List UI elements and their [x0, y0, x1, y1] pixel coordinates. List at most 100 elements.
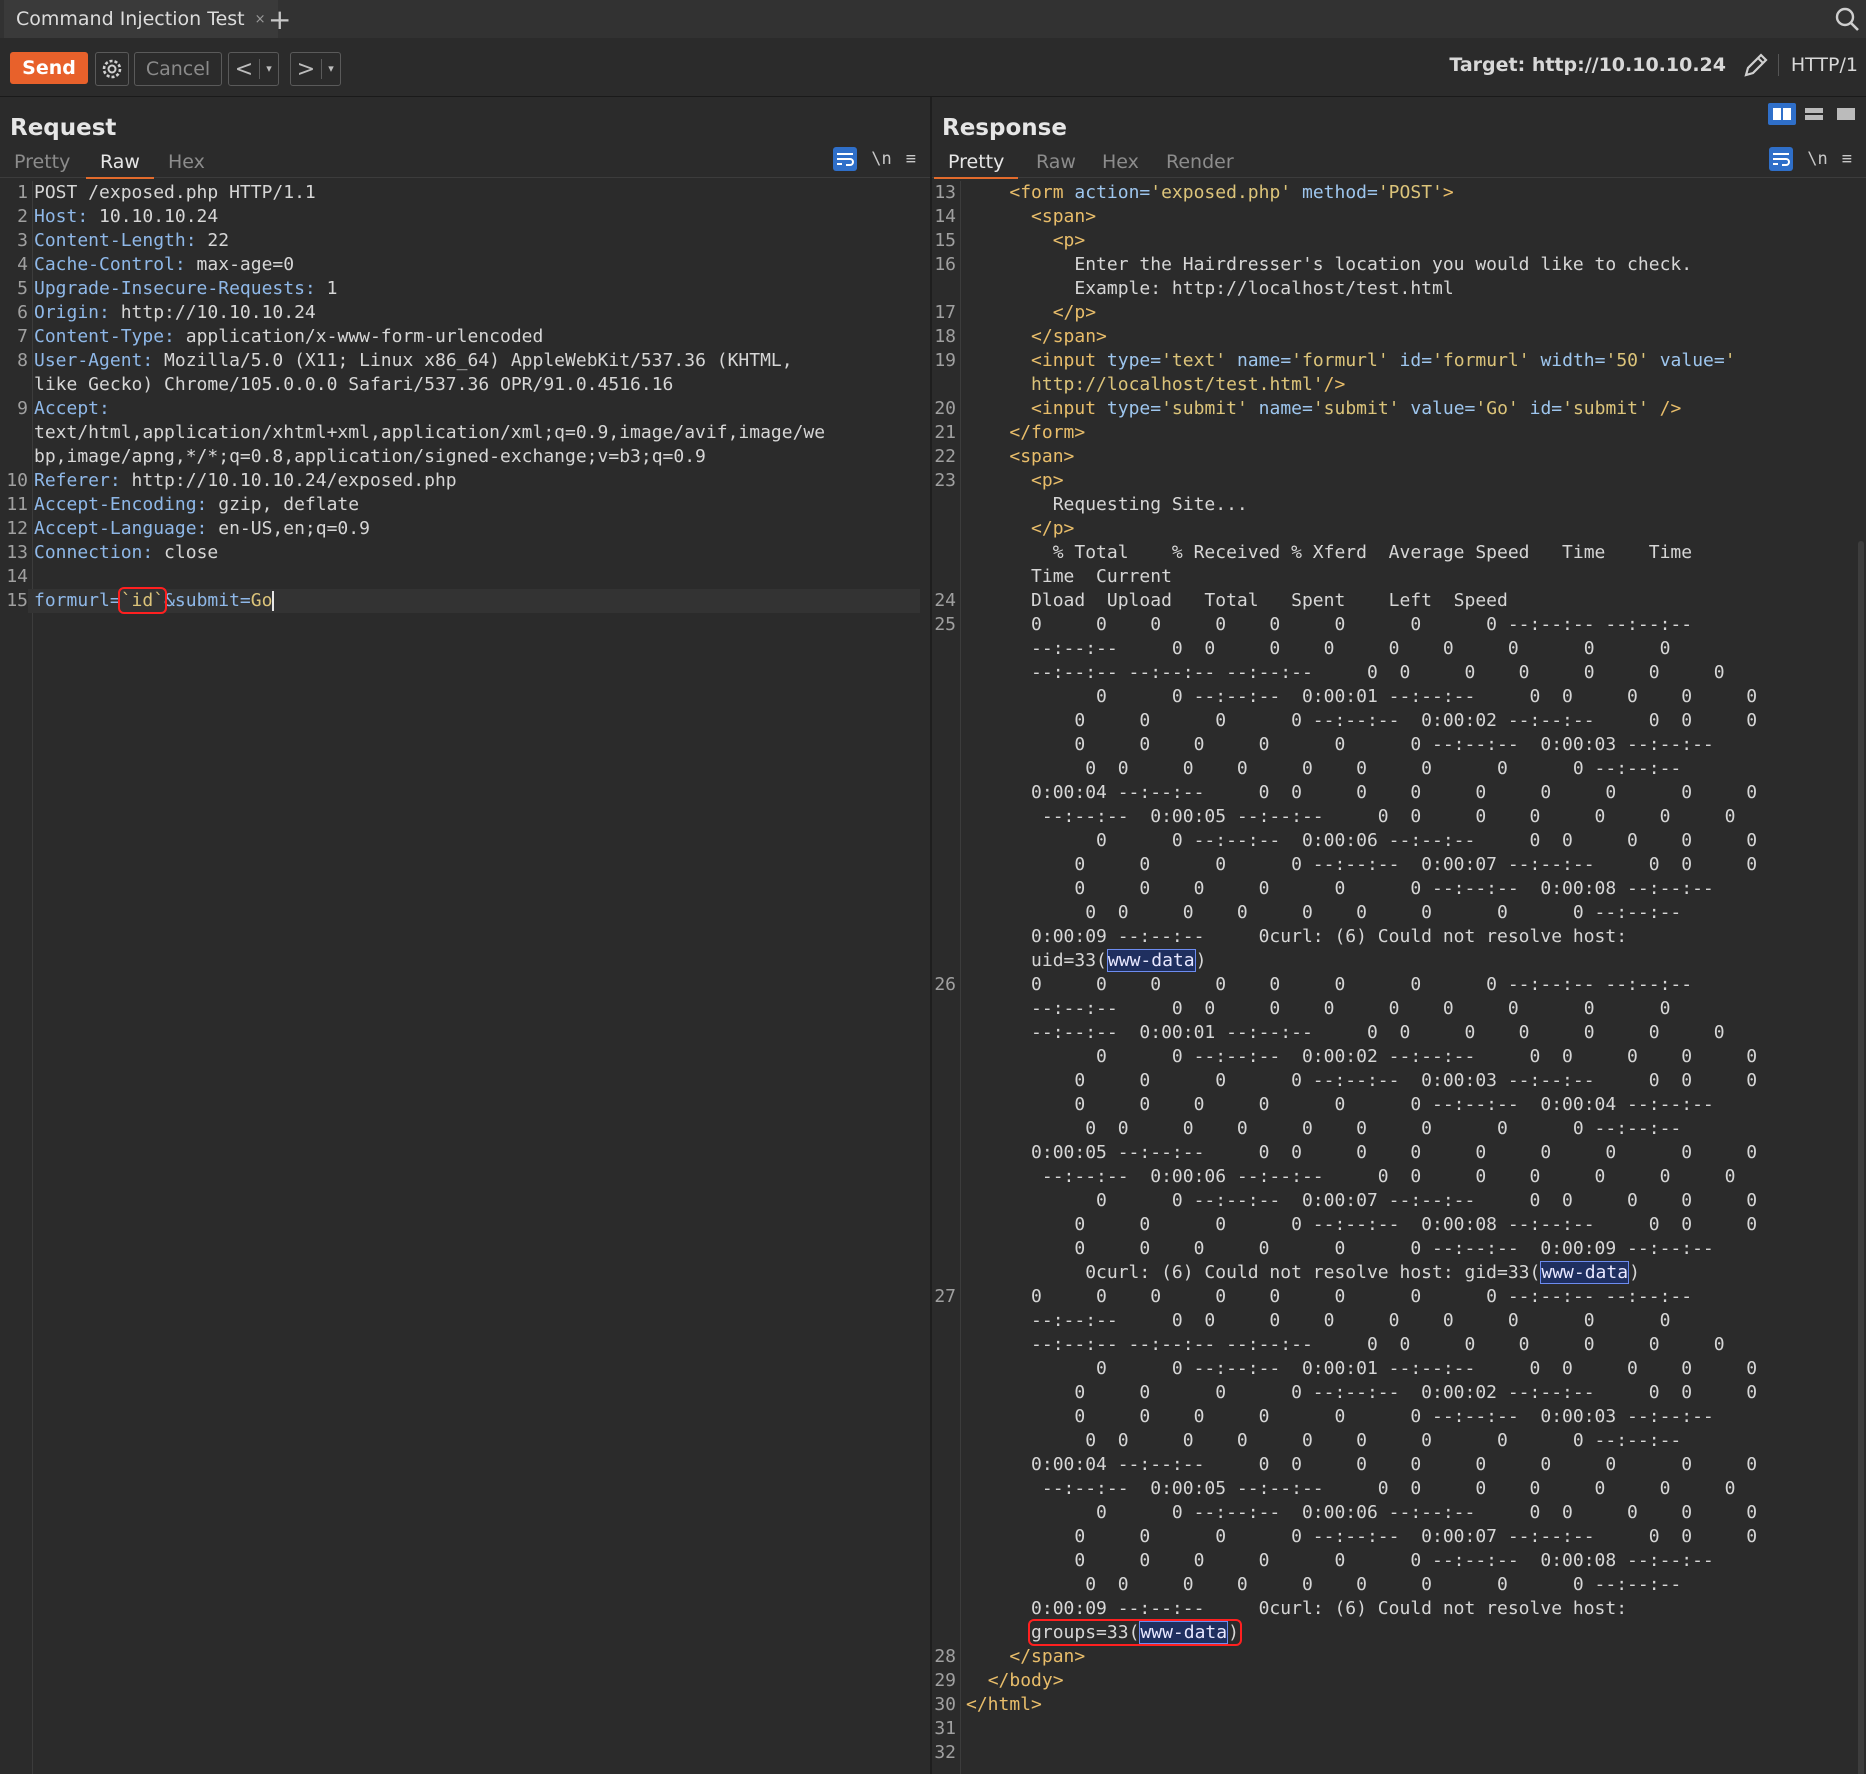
- line-number: [932, 1381, 956, 1405]
- line-text: Enter the Hairdresser's location you wou…: [966, 254, 1693, 275]
- send-button[interactable]: Send: [10, 52, 88, 84]
- line-number: [932, 1405, 956, 1429]
- line-text: groups=33(www-data): [956, 1619, 1242, 1646]
- wrap-lines-icon: [1773, 153, 1791, 166]
- line-text: 0 0 0 0 --:--:-- 0:00:07 --:--:-- 0 0 0: [966, 1526, 1758, 1547]
- request-word-wrap-button[interactable]: [833, 147, 858, 171]
- line-number: 25: [934, 614, 956, 635]
- response-line: 0 0 --:--:-- 0:00:01 --:--:-- 0 0 0 0 0: [932, 1357, 1866, 1381]
- response-lines: 12 <body>13 <form action='exposed.php' m…: [932, 181, 1866, 1765]
- line-text: [956, 1741, 966, 1765]
- request-tab-raw[interactable]: Raw: [86, 151, 154, 179]
- response-line: 0 0 --:--:-- 0:00:02 --:--:-- 0 0 0 0 0: [932, 1045, 1866, 1069]
- line-text: Content-Type: application/x-www-form-url…: [28, 325, 543, 349]
- http-version-toggle[interactable]: HTTP/1: [1777, 54, 1858, 76]
- tab-title: Command Injection Test: [16, 8, 245, 30]
- request-body-line: 15 formurl=`id`&submit=Go: [0, 587, 920, 614]
- line-number: [932, 877, 956, 901]
- line-text: Dload Upload Total Spent Left Speed: [966, 590, 1508, 611]
- tab-close-icon[interactable]: ×: [255, 12, 266, 27]
- forward-nav-group: > ▾: [290, 52, 341, 86]
- response-line: --:--:-- 0:00:06 --:--:-- 0 0 0 0 0 0 0: [932, 1165, 1866, 1189]
- line-number: [932, 829, 956, 853]
- response-line: 0:00:04 --:--:-- 0 0 0 0 0 0 0 0 0: [932, 781, 1866, 805]
- response-editor[interactable]: 12 <body>13 <form action='exposed.php' m…: [932, 181, 1866, 1774]
- response-menu-icon[interactable]: ≡: [1842, 149, 1852, 169]
- line-number: [932, 757, 956, 781]
- response-tab-pretty[interactable]: Pretty: [933, 151, 1019, 179]
- layout-side-by-side-button[interactable]: [1768, 103, 1796, 125]
- line-text: 0 0 0 0 0 0 --:--:-- 0:00:03 --:--:--: [966, 734, 1714, 755]
- layout-stacked-button[interactable]: [1800, 103, 1828, 125]
- header-value: POST /exposed.php HTTP/1.1: [34, 182, 316, 203]
- cancel-button[interactable]: Cancel: [134, 52, 222, 86]
- line-text: 0 0 0 0 0 0 0 0 0 --:--:--: [966, 1574, 1682, 1595]
- response-line: 0 0 --:--:-- 0:00:06 --:--:-- 0 0 0 0 0: [932, 1501, 1866, 1525]
- line-number: [932, 1525, 956, 1549]
- wrap-lines-icon: [837, 153, 855, 166]
- line-text: 0:00:05 --:--:-- 0 0 0 0 0 0 0 0 0: [966, 1142, 1758, 1163]
- response-line: Requesting Site...: [932, 493, 1866, 517]
- line-number: [932, 1021, 956, 1045]
- line-text: 0 0 --:--:-- 0:00:06 --:--:-- 0 0 0 0 0: [966, 830, 1758, 851]
- response-line: 0 0 0 0 --:--:-- 0:00:02 --:--:-- 0 0 0: [932, 709, 1866, 733]
- line-text: 0 0 0 0 --:--:-- 0:00:07 --:--:-- 0 0 0: [966, 854, 1758, 875]
- response-line: 0:00:09 --:--:-- 0curl: (6) Could not re…: [932, 1597, 1866, 1621]
- line-number: [932, 1261, 956, 1285]
- response-line: --:--:-- 0:00:05 --:--:-- 0 0 0 0 0 0 0: [932, 1477, 1866, 1501]
- response-word-wrap-button[interactable]: [1769, 147, 1794, 171]
- line-number: 16: [934, 254, 956, 275]
- response-line: 0 0 --:--:-- 0:00:06 --:--:-- 0 0 0 0 0: [932, 829, 1866, 853]
- request-menu-icon[interactable]: ≡: [906, 149, 916, 169]
- response-line: 0:00:09 --:--:-- 0curl: (6) Could not re…: [932, 925, 1866, 949]
- response-newline-toggle[interactable]: \n: [1807, 149, 1827, 169]
- request-lines: 1 POST /exposed.php HTTP/1.1 2 Host: 10.10.…: [0, 181, 930, 614]
- back-button[interactable]: <: [229, 57, 259, 82]
- line-number: 29: [934, 1670, 956, 1691]
- response-tab-raw[interactable]: Raw: [1036, 151, 1076, 173]
- header-value: max-age=0: [185, 254, 295, 275]
- line-text: User-Agent: Mozilla/5.0 (X11; Linux x86_…: [28, 349, 793, 373]
- tab-command-injection-test[interactable]: Command Injection Test ×: [4, 0, 278, 40]
- line-text: <p>: [1052, 230, 1086, 251]
- response-line: </p>: [932, 517, 1866, 541]
- line-text: Accept-Encoding: gzip, deflate: [28, 493, 359, 517]
- back-history-dropdown[interactable]: ▾: [259, 59, 278, 79]
- response-line: 0:00:05 --:--:-- 0 0 0 0 0 0 0 0 0: [932, 1141, 1866, 1165]
- layout-single-button[interactable]: [1832, 103, 1860, 125]
- request-editor[interactable]: 1 POST /exposed.php HTTP/1.1 2 Host: 10.10.…: [0, 181, 930, 1774]
- line-text: Host: 10.10.10.24: [28, 205, 218, 229]
- new-tab-button[interactable]: +: [268, 3, 291, 36]
- line-number: [932, 685, 956, 709]
- request-line: bp,image/apng,*/*;q=0.8,application/sign…: [0, 445, 930, 469]
- response-line: 0 0 0 0 --:--:-- 0:00:07 --:--:-- 0 0 0: [932, 853, 1866, 877]
- request-tab-hex[interactable]: Hex: [168, 151, 205, 173]
- search-icon[interactable]: [1834, 6, 1860, 32]
- side-by-side-icon: [1773, 108, 1791, 120]
- forward-history-dropdown[interactable]: ▾: [321, 59, 340, 79]
- line-number: 7: [17, 326, 28, 347]
- request-tab-pretty[interactable]: Pretty: [14, 151, 70, 173]
- request-newline-toggle[interactable]: \n: [871, 149, 891, 169]
- line-number: [932, 517, 956, 541]
- forward-button[interactable]: >: [291, 57, 321, 82]
- request-line: 12 Accept-Language: en-US,en;q=0.9: [0, 517, 930, 541]
- response-line: --:--:-- --:--:-- --:--:-- 0 0 0 0 0 0 0: [932, 1333, 1866, 1357]
- header-name: Origin:: [34, 302, 110, 323]
- response-tab-render[interactable]: Render: [1166, 151, 1234, 173]
- line-text: --:--:-- 0 0 0 0 0 0 0 0 0: [966, 998, 1671, 1019]
- edit-target-pencil-icon[interactable]: [1741, 50, 1771, 80]
- line-number: [932, 1165, 956, 1189]
- line-text: 0 0 0 0 0 0 0 0 0 --:--:--: [966, 758, 1682, 779]
- response-scrollbar[interactable]: [1858, 541, 1864, 1774]
- settings-button[interactable]: [95, 52, 129, 86]
- line-number: [932, 277, 956, 301]
- line-number: [932, 997, 956, 1021]
- header-name: Content-Length:: [34, 230, 197, 251]
- response-line: 0:00:04 --:--:-- 0 0 0 0 0 0 0 0 0: [932, 1453, 1866, 1477]
- response-tab-hex[interactable]: Hex: [1102, 151, 1139, 173]
- line-text: Accept-Language: en-US,en;q=0.9: [28, 517, 370, 541]
- header-name: Content-Type:: [34, 326, 175, 347]
- response-line: --:--:-- 0 0 0 0 0 0 0 0 0: [932, 637, 1866, 661]
- line-text: Upgrade-Insecure-Requests: 1: [28, 277, 337, 301]
